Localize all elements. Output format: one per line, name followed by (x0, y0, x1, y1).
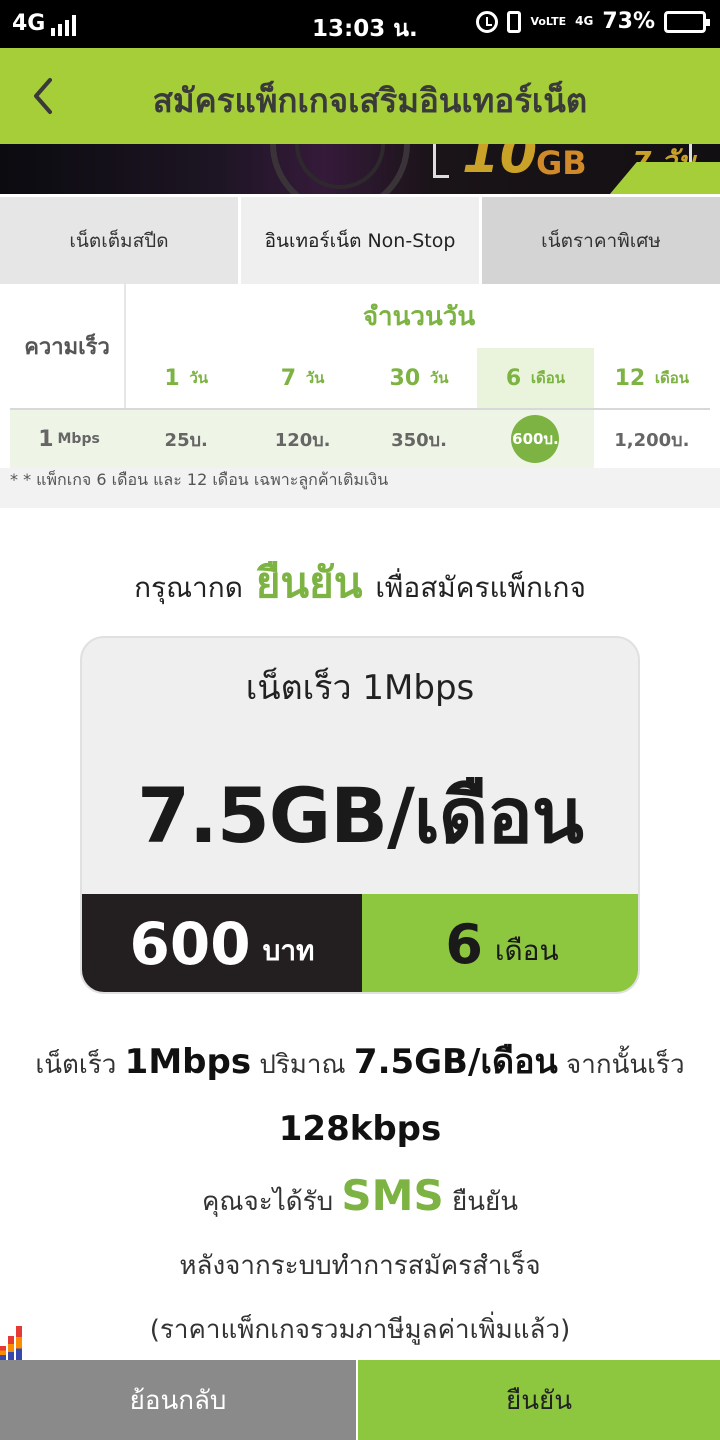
package-speed: เน็ตเร็ว 1Mbps (245, 668, 475, 708)
confirm-prompt: กรุณากด ยืนยัน เพื่อสมัครแพ็กเกจ (134, 558, 586, 607)
status-time: 13:03 น. (312, 16, 418, 42)
row-speed: 1 Mbps (38, 426, 100, 452)
status-bar: 4G 13:03 น. VoLTE 4G 73% (0, 0, 720, 48)
duration-unit: เดือน (494, 934, 559, 967)
price-table: ความเร็ว จำนวนวัน 1 วัน 7 วัน 30 วัน 6 เ… (10, 284, 711, 468)
promo-banner: 10 GB 7 วัน (0, 144, 720, 194)
package-quota: 7.5GB/เดือน (137, 771, 584, 860)
duration-header-6m: 6 เดือน (477, 348, 594, 408)
tab-special-price[interactable]: เน็ตราคาพิเศษ (482, 194, 720, 284)
tab-non-stop[interactable]: อินเทอร์เน็ต Non-Stop (238, 194, 482, 284)
table-note: * * แพ็กเกจ 6 เดือน และ 12 เดือน เฉพาะลู… (10, 470, 389, 489)
days-column-header: จำนวนวัน (362, 301, 476, 332)
equalizer-icon[interactable] (0, 1326, 30, 1360)
price-value: 600 (129, 910, 251, 978)
signal-icon (51, 14, 77, 36)
duration-header-12m: 12 เดือน (614, 365, 690, 391)
network-small-icon: 4G (575, 14, 594, 28)
status-right: VoLTE 4G 73% (476, 9, 710, 34)
package-tabs: เน็ตเต็มสปีด อินเทอร์เน็ต Non-Stop เน็ตร… (0, 194, 720, 284)
confirm-emphasis: ยืนยัน (255, 558, 363, 607)
status-left: 4G (12, 11, 77, 36)
price-cell-1d[interactable]: 25บ. (128, 410, 244, 468)
alarm-icon (476, 10, 499, 33)
battery-icon (664, 10, 710, 33)
tab-full-speed[interactable]: เน็ตเต็มสปีด (0, 194, 238, 284)
package-duration: 6 เดือน (362, 894, 638, 992)
page-title: สมัครแพ็กเกจเสริมอินเทอร์เน็ต (152, 81, 588, 120)
volte-icon: VoLTE (530, 15, 567, 28)
desc-line-3: คุณจะได้รับ SMS ยืนยัน (202, 1171, 518, 1220)
banner-bracket-left (433, 144, 449, 178)
desc-line-5: (ราคาแพ็กเกจรวมภาษีมูลค่าเพิ่มแล้ว) (149, 1315, 571, 1345)
network-type: 4G (12, 11, 46, 36)
duration-header-7d: 7 วัน (280, 365, 325, 391)
package-card: เน็ตเร็ว 1Mbps 7.5GB/เดือน 600 บาท 6 เดื… (80, 636, 640, 994)
banner-amount: 10 (462, 144, 538, 185)
desc-line-1: เน็ตเร็ว 1Mbps ปริมาณ 7.5GB/เดือน จากนั้… (35, 1042, 685, 1082)
price-cell-6m[interactable]: 600บ. (477, 410, 593, 468)
duration-value: 6 (445, 912, 483, 976)
table-row: 1 Mbps 25บ. 120บ. 350บ. 600บ. 1,200บ. (10, 408, 711, 468)
confirm-button[interactable]: ยืนยัน (358, 1360, 720, 1440)
bottom-actions: ย้อนกลับ ยืนยัน (0, 1360, 720, 1440)
desc-line-2: 128kbps (278, 1109, 442, 1149)
package-description: เน็ตเร็ว 1Mbps ปริมาณ 7.5GB/เดือน จากนั้… (20, 1030, 700, 1362)
desc-line-4: หลังจากระบบทำการสมัครสำเร็จ (179, 1251, 541, 1281)
battery-percent: 73% (602, 9, 655, 34)
vibrate-icon (507, 10, 522, 33)
banner-green-stripe (603, 162, 720, 194)
page: 4G 13:03 น. VoLTE 4G 73% สมัครแพ็กเกจเสร… (0, 0, 720, 1440)
app-header: สมัครแพ็กเกจเสริมอินเทอร์เน็ต (0, 48, 720, 144)
price-cell-12m[interactable]: 1,200บ. (593, 410, 711, 468)
price-unit: บาท (262, 934, 315, 967)
selected-price-badge: 600บ. (511, 415, 560, 463)
price-cell-7d[interactable]: 120บ. (244, 410, 360, 468)
duration-header-1d: 1 วัน (164, 365, 209, 391)
package-price: 600 บาท (82, 894, 362, 992)
back-button[interactable]: ย้อนกลับ (0, 1360, 358, 1440)
duration-header-30d: 30 วัน (389, 365, 449, 391)
price-cell-30d[interactable]: 350บ. (361, 410, 477, 468)
duration-headers: 1 วัน 7 วัน 30 วัน 6 เดือน 12 เดือน (128, 348, 710, 408)
banner-unit: GB (536, 144, 587, 182)
speed-column-header: ความเร็ว (10, 284, 126, 408)
